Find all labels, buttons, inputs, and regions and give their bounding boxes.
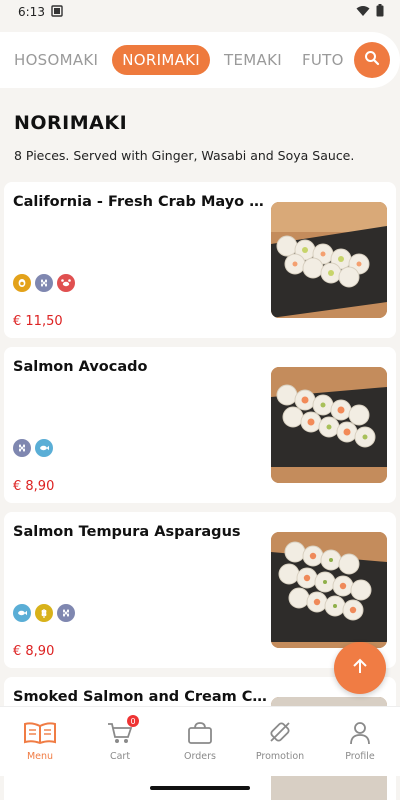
user-icon <box>347 721 373 748</box>
bottom-navigation: Menu 0 Cart Orders Promotion Profile <box>0 706 400 776</box>
cart-badge: 0 <box>127 715 139 727</box>
tab-temaki[interactable]: TEMAKI <box>224 47 282 73</box>
product-name: Salmon Tempura Asparagus <box>13 524 241 540</box>
product-image <box>271 532 387 648</box>
scroll-to-top-button[interactable] <box>334 642 386 694</box>
search-icon <box>364 50 380 70</box>
nav-cart-label: Cart <box>109 751 131 762</box>
search-button[interactable] <box>354 42 390 78</box>
product-price: € 8,90 <box>13 644 55 659</box>
product-name: Smoked Salmon and Cream Cheese <box>13 689 269 705</box>
screenshot-notification-icon <box>51 4 63 20</box>
nav-menu-label: Menu <box>26 751 54 762</box>
battery-icon <box>376 4 384 20</box>
tag-icon <box>267 721 293 748</box>
nav-promotion[interactable]: Promotion <box>240 721 320 762</box>
fish-icon <box>13 604 31 622</box>
bag-icon <box>187 721 213 748</box>
nav-menu[interactable]: Menu <box>0 721 80 762</box>
product-card[interactable]: Salmon Avocado € 8,90 <box>4 347 396 503</box>
home-indicator[interactable] <box>150 786 250 790</box>
fish-icon <box>35 439 53 457</box>
wifi-icon <box>356 5 370 20</box>
nav-profile[interactable]: Profile <box>320 721 400 762</box>
nav-cart[interactable]: 0 Cart <box>80 715 160 762</box>
allergen-icons <box>13 604 75 622</box>
crab-icon <box>57 274 75 292</box>
section-description: 8 Pieces. Served with Ginger, Wasabi and… <box>14 148 355 163</box>
product-image <box>271 367 387 483</box>
product-price: € 11,50 <box>13 314 63 329</box>
product-name: Salmon Avocado <box>13 359 148 375</box>
tab-norimaki[interactable]: NORIMAKI <box>112 45 211 75</box>
nav-promotion-label: Promotion <box>255 751 305 762</box>
tab-hosomaki[interactable]: HOSOMAKI <box>14 47 98 73</box>
sesame-icon <box>35 274 53 292</box>
allergen-icons <box>13 274 75 292</box>
product-card[interactable]: California - Fresh Crab Mayo and Av... €… <box>4 182 396 338</box>
allergen-icons <box>13 439 53 457</box>
nav-orders-label: Orders <box>184 751 216 762</box>
nav-orders[interactable]: Orders <box>160 721 240 762</box>
status-time: 6:13 <box>18 5 45 19</box>
category-tabs: HOSOMAKI NORIMAKI TEMAKI FUTO <box>0 32 400 88</box>
arrow-up-icon <box>351 657 369 679</box>
egg-icon <box>13 274 31 292</box>
product-name: California - Fresh Crab Mayo and Av... <box>13 194 269 210</box>
tab-futo[interactable]: FUTO <box>302 47 344 73</box>
gluten-icon <box>35 604 53 622</box>
sesame-icon <box>13 439 31 457</box>
product-card[interactable]: Salmon Tempura Asparagus € 8,90 <box>4 512 396 668</box>
product-price: € 8,90 <box>13 479 55 494</box>
menu-book-icon <box>23 721 57 748</box>
nav-profile-label: Profile <box>345 751 375 762</box>
status-bar: 6:13 <box>0 0 400 24</box>
section-title: NORIMAKI <box>14 112 128 134</box>
product-image <box>271 202 387 318</box>
sesame-icon <box>57 604 75 622</box>
